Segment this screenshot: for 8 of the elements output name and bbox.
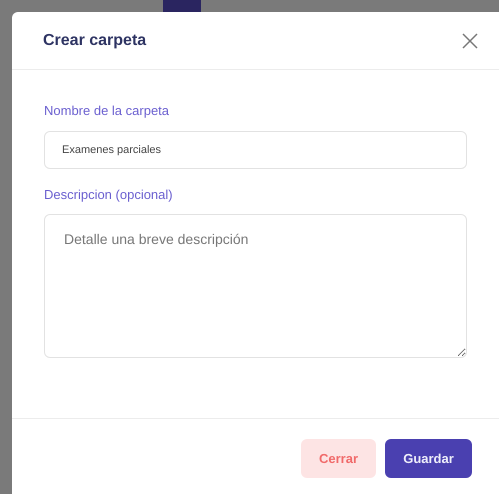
field-label: Nombre de la carpeta: [44, 102, 170, 120]
folder-name-field[interactable]: Examenes parciales: [44, 130, 467, 168]
dialog-title: Crear carpeta: [43, 30, 146, 50]
field-label: Descripcion (opcional): [44, 186, 174, 204]
description-field[interactable]: Detalle una breve descripción: [44, 214, 467, 358]
backdrop-block: [163, 0, 201, 12]
save-button[interactable]: Guardar: [385, 439, 472, 478]
close-icon[interactable]: [462, 32, 478, 48]
